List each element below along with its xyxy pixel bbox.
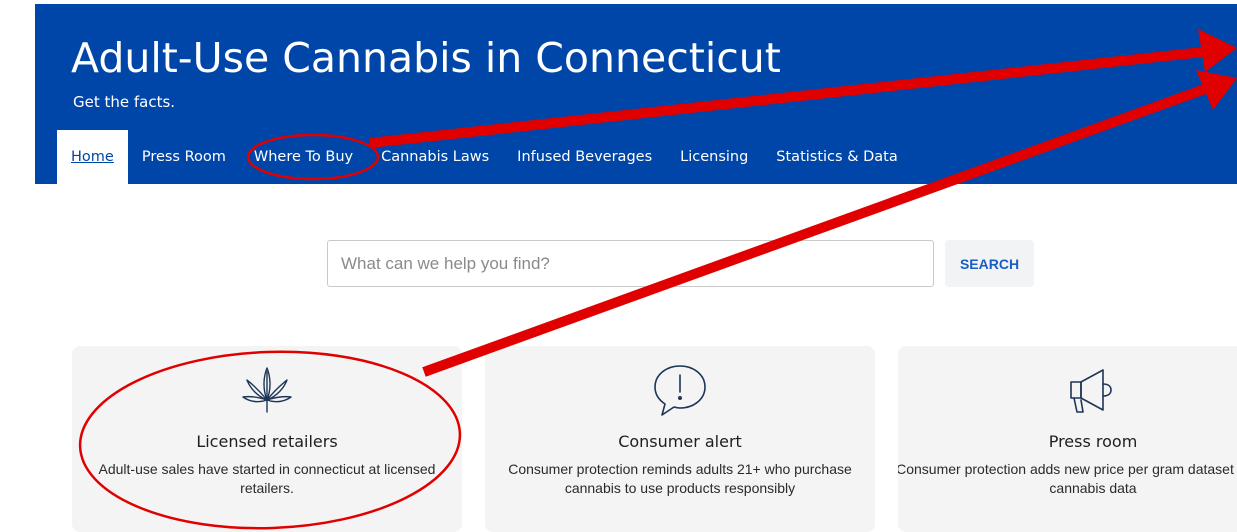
card-title: Consumer alert [618, 432, 742, 451]
card-description: Consumer protection adds new price per g… [898, 461, 1237, 496]
cannabis-leaf-icon [237, 360, 297, 420]
card-description: Consumer protection reminds adults 21+ w… [508, 461, 852, 496]
nav-item-statistics-data[interactable]: Statistics & Data [762, 130, 911, 184]
card-licensed-retailers[interactable]: Licensed retailers Adult-use sales have … [72, 346, 462, 532]
card-press-room[interactable]: Press room Consumer protection adds new … [898, 346, 1237, 532]
site-title[interactable]: Adult-Use Cannabis in Connecticut [71, 34, 781, 82]
site-header: Adult-Use Cannabis in Connecticut Get th… [35, 4, 1237, 184]
site-tagline: Get the facts. [73, 93, 176, 111]
card-description: Adult-use sales have started in connecti… [98, 461, 436, 496]
nav-item-home[interactable]: Home [57, 130, 128, 184]
card-title: Press room [1048, 432, 1138, 451]
megaphone-icon [1063, 360, 1123, 420]
card-consumer-alert[interactable]: Consumer alert Consumer protection remin… [485, 346, 875, 532]
nav-item-press-room[interactable]: Press Room [128, 130, 240, 184]
search-input[interactable] [327, 240, 934, 287]
main-nav: Home Press Room Where To Buy Cannabis La… [57, 130, 912, 184]
search-button[interactable]: SEARCH [945, 240, 1034, 287]
nav-item-infused-beverages[interactable]: Infused Beverages [503, 130, 666, 184]
search-bar: SEARCH [327, 240, 1034, 287]
nav-item-where-to-buy[interactable]: Where To Buy [240, 130, 367, 184]
nav-item-cannabis-laws[interactable]: Cannabis Laws [367, 130, 503, 184]
card-title: Licensed retailers [196, 432, 338, 451]
nav-item-licensing[interactable]: Licensing [666, 130, 762, 184]
exclamation-speech-bubble-icon [650, 360, 710, 420]
